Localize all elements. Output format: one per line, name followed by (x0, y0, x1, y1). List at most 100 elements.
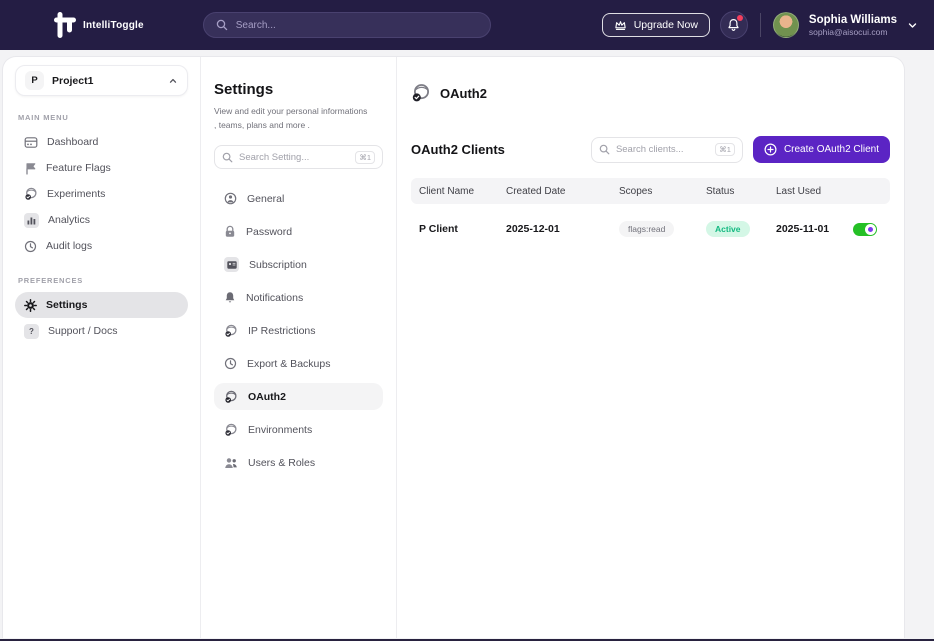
settings-item-label: Subscription (249, 259, 307, 271)
created-date-cell: 2025-12-01 (506, 223, 619, 235)
sidebar-item-label: Dashboard (47, 136, 98, 148)
client-name-cell: P Client (419, 223, 506, 235)
sidebar-item-label: Experiments (47, 188, 105, 200)
settings-search-placeholder: Search Setting... (239, 152, 349, 163)
oauth2-page-icon (411, 83, 431, 103)
search-icon (599, 144, 610, 155)
user-meta: Sophia Williams sophia@aisocui.com (809, 13, 897, 38)
settings-item-label: Environments (248, 424, 312, 436)
notifications-button[interactable] (720, 11, 748, 39)
col-client-name: Client Name (419, 186, 506, 197)
col-created-date: Created Date (506, 186, 619, 197)
app-logo[interactable]: IntelliToggle (52, 10, 144, 40)
upgrade-now-label: Upgrade Now (634, 19, 698, 31)
settings-item-notifications[interactable]: Notifications (214, 284, 383, 311)
settings-item-ip-restrictions[interactable]: IP Restrictions (214, 317, 383, 344)
page-title: OAuth2 (440, 86, 487, 101)
globe-check-icon (24, 187, 38, 201)
sidebar-item-experiments[interactable]: Experiments (15, 181, 188, 207)
clients-search-shortcut: ⌘1 (715, 143, 735, 156)
client-enabled-toggle[interactable] (853, 223, 877, 236)
settings-subtitle: View and edit your personal informations… (214, 104, 372, 132)
status-badge: Active (706, 221, 750, 237)
sidebar-item-feature-flags[interactable]: Feature Flags (15, 155, 188, 181)
clients-search-input[interactable]: Search clients... ⌘1 (591, 137, 743, 163)
oauth2-clients-table: Client Name Created Date Scopes Status L… (411, 178, 890, 254)
user-name: Sophia Williams (809, 13, 897, 27)
dashboard-icon (24, 136, 38, 149)
settings-item-password[interactable]: Password (214, 218, 383, 245)
clock-icon (224, 357, 237, 370)
last-used-cell: 2025-11-01 (776, 223, 853, 235)
left-sidebar: P Project1 MAIN MENU Dashboard Feature F… (3, 57, 201, 638)
create-oauth2-client-label: Create OAuth2 Client (784, 144, 879, 155)
settings-item-label: IP Restrictions (248, 325, 316, 337)
settings-item-label: Export & Backups (247, 358, 330, 370)
lock-icon (224, 225, 236, 238)
clients-search-placeholder: Search clients... (616, 144, 709, 155)
user-email: sophia@aisocui.com (809, 27, 897, 38)
chevron-down-icon[interactable] (907, 20, 918, 31)
scope-badge: flags:read (619, 221, 674, 237)
settings-item-export-backups[interactable]: Export & Backups (214, 350, 383, 377)
table-row: P Client 2025-12-01 flags:read Active 20… (411, 204, 890, 254)
create-oauth2-client-button[interactable]: Create OAuth2 Client (753, 136, 890, 163)
col-last-used: Last Used (776, 186, 853, 197)
bell-icon (224, 291, 236, 304)
table-header-row: Client Name Created Date Scopes Status L… (411, 178, 890, 204)
sidebar-item-dashboard[interactable]: Dashboard (15, 129, 188, 155)
project-name: Project1 (52, 75, 93, 87)
sidebar-item-audit-logs[interactable]: Audit logs (15, 233, 188, 259)
sidebar-item-label: Support / Docs (48, 325, 117, 337)
settings-item-oauth2[interactable]: OAuth2 (214, 383, 383, 410)
plus-circle-icon (764, 143, 777, 156)
global-search-placeholder: Search... (236, 20, 276, 31)
top-bar: IntelliToggle Search... Upgrade Now (0, 0, 934, 50)
clock-icon (24, 240, 37, 253)
settings-item-label: Password (246, 226, 292, 238)
settings-item-label: General (247, 193, 284, 205)
settings-item-users-roles[interactable]: Users & Roles (214, 449, 383, 476)
global-search-input[interactable]: Search... (203, 12, 491, 38)
header-divider (760, 13, 761, 37)
chevron-up-icon (168, 76, 178, 86)
col-status: Status (706, 186, 776, 197)
toggle-knob (865, 224, 876, 235)
sidebar-item-label: Audit logs (46, 240, 92, 252)
upgrade-now-button[interactable]: Upgrade Now (602, 13, 710, 37)
settings-item-environments[interactable]: Environments (214, 416, 383, 443)
section-label-main-menu: MAIN MENU (18, 113, 185, 122)
globe-check-icon (224, 423, 238, 437)
sidebar-item-settings[interactable]: Settings (15, 292, 188, 318)
gear-icon (24, 299, 37, 312)
search-icon (216, 19, 228, 31)
settings-search-input[interactable]: Search Setting... ⌘1 (214, 145, 383, 169)
intellitoggle-logo-icon (52, 10, 79, 40)
project-selector[interactable]: P Project1 (15, 65, 188, 96)
bar-chart-icon (24, 213, 39, 228)
sidebar-item-support-docs[interactable]: ? Support / Docs (15, 318, 188, 344)
clients-section-title: OAuth2 Clients (411, 142, 505, 157)
settings-title: Settings (214, 81, 383, 98)
person-circle-icon (224, 192, 237, 205)
sidebar-item-analytics[interactable]: Analytics (15, 207, 188, 233)
notification-dot (737, 15, 743, 21)
user-avatar[interactable] (773, 12, 799, 38)
sidebar-item-label: Settings (46, 299, 87, 311)
settings-item-label: Notifications (246, 292, 303, 304)
main-content: OAuth2 OAuth2 Clients Search clients... … (397, 57, 904, 638)
col-scopes: Scopes (619, 186, 706, 197)
app-content-card: P Project1 MAIN MENU Dashboard Feature F… (2, 56, 905, 638)
brand-name: IntelliToggle (83, 20, 144, 31)
flag-icon (24, 162, 37, 175)
globe-check-icon (224, 324, 238, 338)
settings-item-general[interactable]: General (214, 185, 383, 212)
settings-search-shortcut: ⌘1 (355, 151, 375, 164)
sidebar-item-label: Feature Flags (46, 162, 111, 174)
project-initial-badge: P (25, 71, 44, 90)
settings-item-subscription[interactable]: Subscription (214, 251, 383, 278)
sidebar-item-label: Analytics (48, 214, 90, 226)
globe-check-icon (224, 390, 238, 404)
id-card-icon (224, 257, 239, 272)
question-icon: ? (24, 324, 39, 339)
